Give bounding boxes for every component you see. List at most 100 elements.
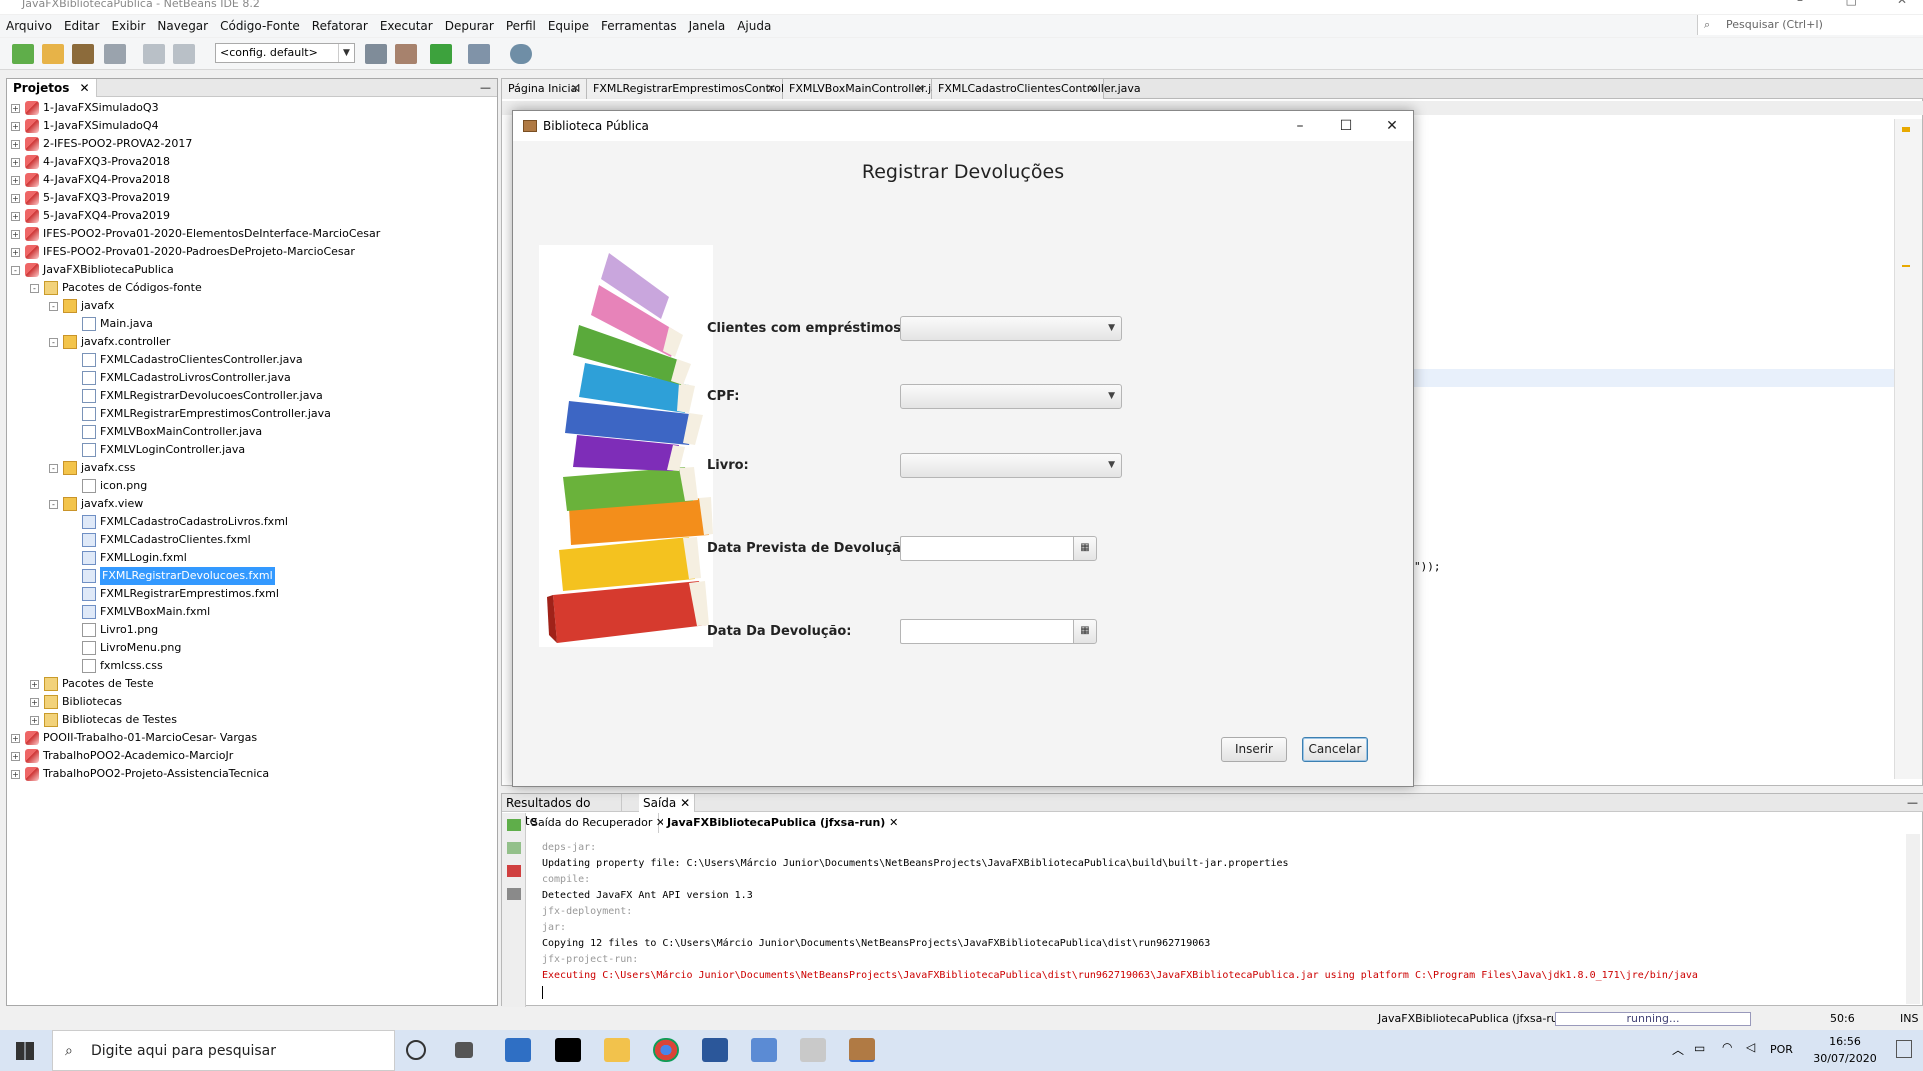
editor-scrollbar[interactable] <box>1894 119 1922 779</box>
collapse-icon[interactable]: - <box>49 337 58 347</box>
tree-item[interactable]: FXMLCadastroCadastroLivros.fxml <box>68 513 288 531</box>
netbeans-icon[interactable] <box>800 1038 826 1062</box>
maximize-icon[interactable]: ☐ <box>1323 111 1369 141</box>
close-icon[interactable]: ✕ <box>1369 111 1415 141</box>
minimize-window-button[interactable]: – <box>1797 0 1803 6</box>
expand-icon[interactable]: + <box>11 103 20 113</box>
chrome-icon[interactable] <box>653 1038 679 1062</box>
debug-icon[interactable] <box>468 44 490 64</box>
tree-item[interactable]: - javafx.controller <box>49 333 170 351</box>
menu-item[interactable]: Exibir <box>105 19 151 33</box>
tree-item[interactable]: FXMLRegistrarDevolucoesController.java <box>68 387 323 405</box>
tree-item[interactable]: - JavaFXBibliotecaPublica <box>11 261 174 279</box>
expand-icon[interactable]: + <box>11 139 20 149</box>
tree-item[interactable]: + Bibliotecas <box>30 693 122 711</box>
tree-item[interactable]: Main.java <box>68 315 153 333</box>
tree-item[interactable]: FXMLVBoxMainController.java <box>68 423 262 441</box>
expand-icon[interactable]: + <box>11 247 20 257</box>
close-icon[interactable]: ✕ <box>889 816 898 829</box>
tree-item[interactable]: icon.png <box>68 477 147 495</box>
menu-item[interactable]: Perfil <box>500 19 542 33</box>
close-icon[interactable]: ✕ <box>571 79 580 99</box>
menu-item[interactable]: Editar <box>58 19 106 33</box>
expand-icon[interactable]: + <box>30 697 39 707</box>
tree-item[interactable]: FXMLCadastroClientesController.java <box>68 351 303 369</box>
data-prevista-field[interactable] <box>900 536 1074 561</box>
tab-output[interactable]: Saída ✕ <box>639 794 696 812</box>
minimize-icon[interactable]: – <box>1277 111 1323 141</box>
tree-item[interactable]: FXMLVBoxMain.fxml <box>68 603 210 621</box>
clientes-combo[interactable]: ▼ <box>900 316 1122 341</box>
error-stripe-mark[interactable] <box>1902 127 1910 132</box>
expand-icon[interactable]: + <box>11 229 20 239</box>
tree-item[interactable]: +1-JavaFXSimuladoQ3 <box>11 99 159 117</box>
java-app-icon[interactable] <box>849 1038 875 1062</box>
tab-recuperador[interactable]: Saída do Recuperador ✕ <box>527 813 665 833</box>
tree-item[interactable]: LivroMenu.png <box>68 639 181 657</box>
collapse-icon[interactable]: - <box>49 463 58 473</box>
task-view-icon[interactable] <box>455 1042 473 1058</box>
error-stripe-mark[interactable] <box>1902 265 1910 267</box>
tree-item[interactable]: - Pacotes de Códigos-fonte <box>30 279 202 297</box>
expand-icon[interactable]: + <box>30 715 39 725</box>
close-icon[interactable]: ✕ <box>680 796 690 810</box>
tree-item[interactable]: + Pacotes de Teste <box>30 675 154 693</box>
netflix-icon[interactable] <box>555 1038 581 1062</box>
tree-item[interactable]: fxmlcss.css <box>68 657 163 675</box>
rerun-with-params-icon[interactable] <box>507 842 521 854</box>
collapse-icon[interactable]: - <box>11 265 20 275</box>
close-icon[interactable]: ✕ <box>767 79 776 99</box>
undo-icon[interactable] <box>143 44 165 64</box>
menu-item[interactable]: Arquivo <box>0 19 58 33</box>
virtualbox-icon[interactable] <box>751 1038 777 1062</box>
collapse-icon[interactable]: - <box>49 301 58 311</box>
tab-test-results[interactable]: Resultados do Teste <box>502 794 622 828</box>
word-icon[interactable] <box>702 1038 728 1062</box>
collapse-icon[interactable]: - <box>30 283 39 293</box>
clean-build-icon[interactable] <box>395 44 417 64</box>
data-devolucao-calendar-button[interactable]: ▦ <box>1073 619 1097 644</box>
data-devolucao-field[interactable] <box>900 619 1074 644</box>
tree-item[interactable]: +4-JavaFXQ3-Prova2018 <box>11 153 170 171</box>
inserir-button[interactable]: Inserir <box>1221 737 1287 762</box>
tree-item[interactable]: FXMLVLoginController.java <box>68 441 245 459</box>
expand-icon[interactable]: + <box>11 769 20 779</box>
volume-icon[interactable]: ◁ <box>1746 1040 1755 1054</box>
tree-item[interactable]: + IFES-POO2-Prova01-2020-PadroesDeProjeto… <box>11 243 355 261</box>
tree-item[interactable]: - javafx <box>49 297 114 315</box>
new-file-icon[interactable] <box>12 44 34 64</box>
tree-item[interactable]: + TrabalhoPOO2-Projeto-AssistenciaTecnica <box>11 765 269 783</box>
tree-item[interactable]: +5-JavaFXQ3-Prova2019 <box>11 189 170 207</box>
tree-item[interactable]: Livro1.png <box>68 621 158 639</box>
tray-up-icon[interactable]: ︿ <box>1672 1041 1684 1058</box>
close-icon[interactable]: ✕ <box>916 79 925 99</box>
cpf-combo[interactable]: ▼ <box>900 384 1122 409</box>
output-console[interactable]: deps-jar: Updating property file: C:\User… <box>542 840 1914 999</box>
data-prevista-calendar-button[interactable]: ▦ <box>1073 536 1097 561</box>
language-indicator[interactable]: POR <box>1770 1043 1793 1056</box>
tree-item[interactable]: FXMLCadastroLivrosController.java <box>68 369 291 387</box>
taskbar-search[interactable]: ⌕ Digite aqui para pesquisar <box>52 1030 395 1071</box>
tree-item[interactable]: +4-JavaFXQ4-Prova2018 <box>11 171 170 189</box>
mail-icon[interactable] <box>505 1038 531 1062</box>
tree-item[interactable]: - javafx.view <box>49 495 143 513</box>
expand-icon[interactable]: + <box>11 733 20 743</box>
clock[interactable]: 16:56 30/07/2020 <box>1810 1033 1880 1067</box>
redo-icon[interactable] <box>173 44 195 64</box>
expand-icon[interactable]: + <box>30 679 39 689</box>
rerun-icon[interactable] <box>507 819 521 831</box>
livro-combo[interactable]: ▼ <box>900 453 1122 478</box>
tree-item[interactable]: FXMLRegistrarEmprestimos.fxml <box>68 585 279 603</box>
tree-item[interactable]: + IFES-POO2-Prova01-2020-ElementosDeInter… <box>11 225 380 243</box>
close-icon[interactable]: ✕ <box>1088 79 1097 99</box>
search-box[interactable]: ⌕ Pesquisar (Ctrl+I) <box>1697 15 1923 35</box>
wifi-icon[interactable]: ◠ <box>1722 1040 1732 1054</box>
open-project-icon[interactable] <box>72 44 94 64</box>
new-project-icon[interactable] <box>42 44 64 64</box>
run-icon[interactable] <box>430 44 452 64</box>
menu-item[interactable]: Navegar <box>151 19 214 33</box>
expand-icon[interactable]: + <box>11 157 20 167</box>
expand-icon[interactable]: + <box>11 175 20 185</box>
editor-tab[interactable]: Página Inicial ✕ <box>502 79 587 99</box>
minimize-panel-icon[interactable]: — <box>1907 794 1918 812</box>
